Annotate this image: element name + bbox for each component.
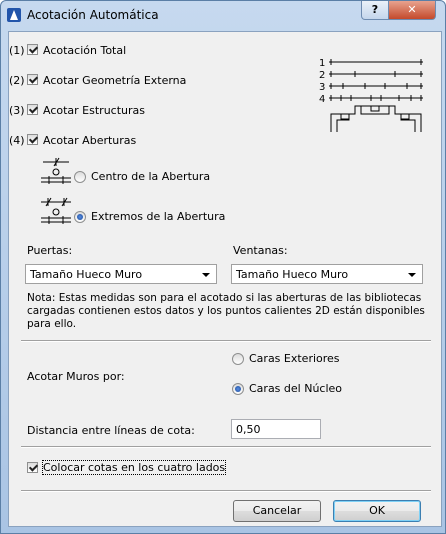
option-label: Acotar Aberturas	[43, 134, 137, 147]
cancel-button[interactable]: Cancelar	[233, 500, 321, 522]
opening-center-icon	[41, 157, 71, 184]
opening-ends-label: Extremos de la Abertura	[91, 210, 226, 223]
option-label: Acotar Estructuras	[43, 104, 145, 117]
doors-select-value: Tamaño Hueco Muro	[30, 268, 143, 281]
separator	[21, 340, 431, 342]
doors-select[interactable]: Tamaño Hueco Muro	[25, 264, 217, 284]
opening-ends-icon	[41, 197, 71, 224]
option-label: Acotación Total	[43, 44, 127, 57]
windows-label: Ventanas:	[233, 244, 288, 257]
option-number: (1)	[9, 44, 25, 57]
checkbox-openings[interactable]	[27, 134, 38, 145]
dialog-body: (1) Acotación Total (2) Acotar Geometría…	[8, 31, 442, 527]
checkbox-four-sides[interactable]	[27, 462, 38, 473]
ok-button[interactable]: OK	[333, 500, 421, 522]
radio-opening-center[interactable]	[74, 171, 86, 183]
option-number: (3)	[9, 104, 25, 117]
doors-label: Puertas:	[27, 244, 73, 257]
windows-select[interactable]: Tamaño Hueco Muro	[231, 264, 423, 284]
preview-label-3: 3	[319, 82, 325, 93]
preview-label-4: 4	[319, 94, 325, 105]
distance-input[interactable]: 0,50	[231, 419, 321, 439]
chevron-down-icon	[202, 273, 210, 277]
checkbox-total[interactable]	[27, 44, 38, 55]
chevron-down-icon	[408, 273, 416, 277]
four-sides-label: Colocar cotas en los cuatro lados	[41, 460, 227, 475]
close-button[interactable]: ✕	[388, 1, 436, 20]
title-bar: Acotación Automática ? ✕	[1, 1, 445, 31]
radio-opening-ends[interactable]	[74, 211, 86, 223]
walls-label: Acotar Muros por:	[27, 370, 125, 383]
core-faces-label: Caras del Núcleo	[249, 382, 343, 395]
help-button[interactable]: ?	[361, 1, 389, 20]
opening-center-label: Centro de la Abertura	[91, 170, 211, 183]
checkbox-external-geometry[interactable]	[27, 74, 38, 85]
dimension-preview-diagram: 1 2 3 4	[319, 58, 423, 132]
option-label: Acotar Geometría Externa	[43, 74, 187, 87]
separator	[21, 490, 431, 492]
option-number: (4)	[9, 134, 25, 147]
option-number: (2)	[9, 74, 25, 87]
preview-label-2: 2	[319, 70, 325, 81]
dialog-title: Acotación Automática	[27, 8, 159, 22]
distance-label: Distancia entre líneas de cota:	[27, 424, 195, 437]
checkbox-structures[interactable]	[27, 104, 38, 115]
note-text: Nota: Estas medidas son para el acotado …	[27, 292, 425, 330]
radio-exterior-faces[interactable]	[232, 353, 244, 365]
exterior-faces-label: Caras Exteriores	[249, 352, 340, 365]
separator	[21, 446, 431, 448]
distance-input-value: 0,50	[236, 423, 261, 436]
windows-select-value: Tamaño Hueco Muro	[236, 268, 349, 281]
dialog-window: Acotación Automática ? ✕ (1) Acotación T…	[0, 0, 446, 534]
radio-core-faces[interactable]	[232, 383, 244, 395]
preview-label-1: 1	[319, 58, 325, 69]
app-icon	[7, 8, 21, 22]
